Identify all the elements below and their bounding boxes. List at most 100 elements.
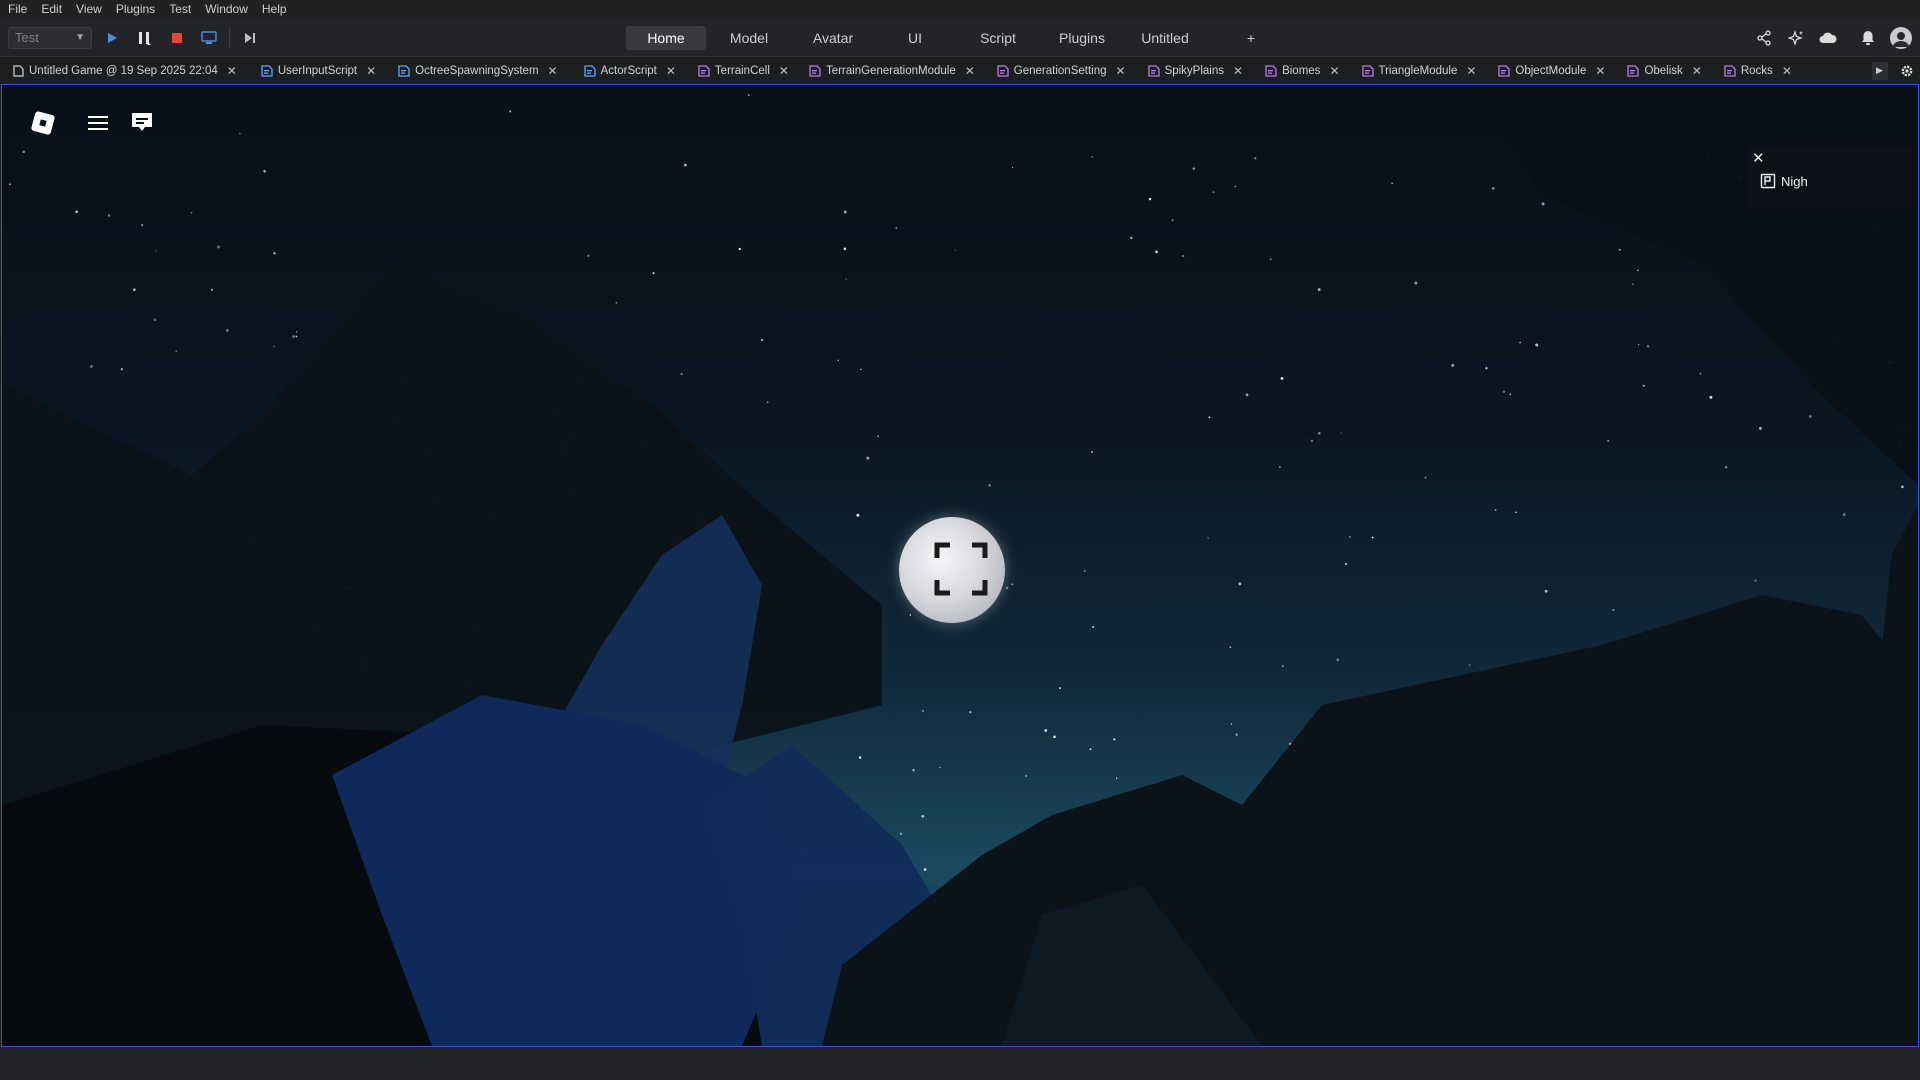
close-icon[interactable]: ✕ — [779, 64, 789, 78]
star — [1115, 777, 1118, 779]
document-tab[interactable]: ObjectModule ✕ — [1498, 57, 1605, 84]
tab-home[interactable]: Home — [626, 26, 706, 50]
document-tab[interactable]: TerrainCell ✕ — [698, 57, 789, 84]
cloud-icon[interactable] — [1818, 28, 1838, 48]
right-ground-silhouette — [822, 595, 1918, 1046]
avatar[interactable] — [1890, 27, 1912, 49]
document-tab-label: TriangleModule — [1378, 64, 1458, 77]
star — [921, 814, 925, 818]
star — [652, 272, 655, 275]
close-icon[interactable]: ✕ — [965, 64, 975, 78]
document-tab[interactable]: Untitled Game @ 19 Sep 2025 22:04 ✕ — [12, 57, 237, 84]
document-tab[interactable]: ActorScript ✕ — [583, 57, 676, 84]
document-tab[interactable]: TriangleModule ✕ — [1361, 57, 1476, 84]
share-icon[interactable] — [1754, 28, 1774, 48]
star — [1207, 537, 1209, 539]
star — [895, 227, 898, 230]
step-icon[interactable] — [240, 28, 260, 48]
star — [1642, 384, 1645, 387]
status-bar — [0, 1047, 1920, 1080]
star — [1089, 748, 1092, 751]
module-script-icon — [1724, 64, 1736, 77]
document-tab[interactable]: TerrainGenerationModule ✕ — [809, 57, 975, 84]
pause-icon[interactable] — [134, 28, 154, 48]
menu-view[interactable]: View — [76, 0, 102, 19]
menu-edit[interactable]: Edit — [41, 0, 62, 19]
star — [175, 350, 178, 353]
menu-file[interactable]: File — [8, 0, 27, 19]
close-icon[interactable]: ✕ — [227, 64, 237, 78]
close-icon[interactable]: ✕ — [1329, 64, 1339, 78]
test-mode-dropdown[interactable]: Test ▼ — [8, 27, 92, 49]
document-tab-label: ActorScript — [600, 64, 657, 77]
ribbon-toolbar: Test ▼ Home Model Avatar UI Script Plugi… — [0, 19, 1920, 57]
star — [1485, 366, 1488, 370]
tab-untitled[interactable]: Untitled — [1124, 26, 1206, 50]
star — [8, 183, 11, 186]
bell-icon[interactable] — [1858, 28, 1878, 48]
side-panel-item[interactable]: Nigh — [1760, 173, 1808, 189]
close-icon[interactable]: ✕ — [1466, 64, 1476, 78]
tab-scroll-right-button[interactable]: ▶ — [1871, 61, 1888, 80]
tab-model[interactable]: Model — [706, 26, 792, 50]
star — [1544, 589, 1548, 593]
menu-help[interactable]: Help — [262, 0, 287, 19]
star — [1181, 254, 1185, 258]
hamburger-menu-button[interactable] — [84, 109, 112, 142]
star — [217, 245, 220, 249]
star — [843, 247, 847, 251]
star — [1502, 390, 1506, 393]
add-tab-button[interactable]: + — [1206, 26, 1296, 50]
menu-plugins[interactable]: Plugins — [116, 0, 155, 19]
close-icon[interactable]: ✕ — [366, 64, 376, 78]
star — [912, 769, 915, 772]
document-tab[interactable]: SpikyPlains ✕ — [1147, 57, 1243, 84]
close-icon[interactable]: ✕ — [1782, 64, 1792, 78]
star — [1724, 466, 1728, 469]
tab-script[interactable]: Script — [956, 26, 1040, 50]
document-tab-label: ObjectModule — [1515, 64, 1587, 77]
star — [1310, 439, 1314, 443]
chat-icon[interactable] — [128, 109, 156, 142]
close-icon[interactable]: ✕ — [548, 64, 558, 78]
star — [226, 329, 229, 332]
star — [107, 214, 111, 217]
gear-icon[interactable] — [1899, 63, 1915, 79]
assistant-icon[interactable] — [1786, 28, 1806, 48]
document-tab[interactable]: Biomes ✕ — [1265, 57, 1340, 84]
local-script-icon — [398, 64, 410, 77]
close-icon[interactable]: ✕ — [1692, 64, 1702, 78]
sign-icon — [1760, 173, 1776, 189]
close-icon[interactable]: ✕ — [666, 64, 676, 78]
roblox-logo-button[interactable] — [31, 111, 55, 135]
close-icon[interactable]: ✕ — [1595, 64, 1605, 78]
close-icon[interactable]: ✕ — [1233, 64, 1243, 78]
local-script-icon — [583, 64, 596, 77]
star — [1345, 563, 1347, 565]
document-tab[interactable]: GenerationSetting ✕ — [997, 57, 1126, 84]
client-server-icon[interactable] — [199, 28, 219, 48]
menu-window[interactable]: Window — [205, 0, 248, 19]
game-viewport[interactable]: ✕ Nigh — [1, 84, 1919, 1047]
close-icon[interactable]: ✕ — [1752, 149, 1765, 167]
stop-icon[interactable] — [167, 28, 187, 48]
star — [1371, 536, 1374, 539]
tab-avatar[interactable]: Avatar — [792, 26, 874, 50]
tab-ui[interactable]: UI — [874, 26, 956, 50]
document-tab-label: TerrainGenerationModule — [825, 64, 956, 77]
fullscreen-icon[interactable] — [934, 542, 988, 596]
tab-plugins[interactable]: Plugins — [1040, 26, 1124, 50]
document-tab[interactable]: UserInputScript ✕ — [261, 57, 376, 84]
menu-test[interactable]: Test — [169, 0, 191, 19]
star — [1515, 511, 1517, 514]
document-tab-label: TerrainCell — [714, 64, 770, 77]
document-tab[interactable]: OctreeSpawningSystem ✕ — [398, 57, 558, 84]
close-icon[interactable]: ✕ — [1116, 64, 1126, 78]
document-tab[interactable]: Obelisk ✕ — [1627, 57, 1702, 84]
star — [877, 435, 879, 438]
play-icon[interactable] — [102, 28, 122, 48]
star — [1612, 608, 1615, 611]
document-tab[interactable]: Rocks ✕ — [1724, 57, 1792, 84]
star — [1230, 723, 1233, 725]
star — [133, 288, 136, 292]
